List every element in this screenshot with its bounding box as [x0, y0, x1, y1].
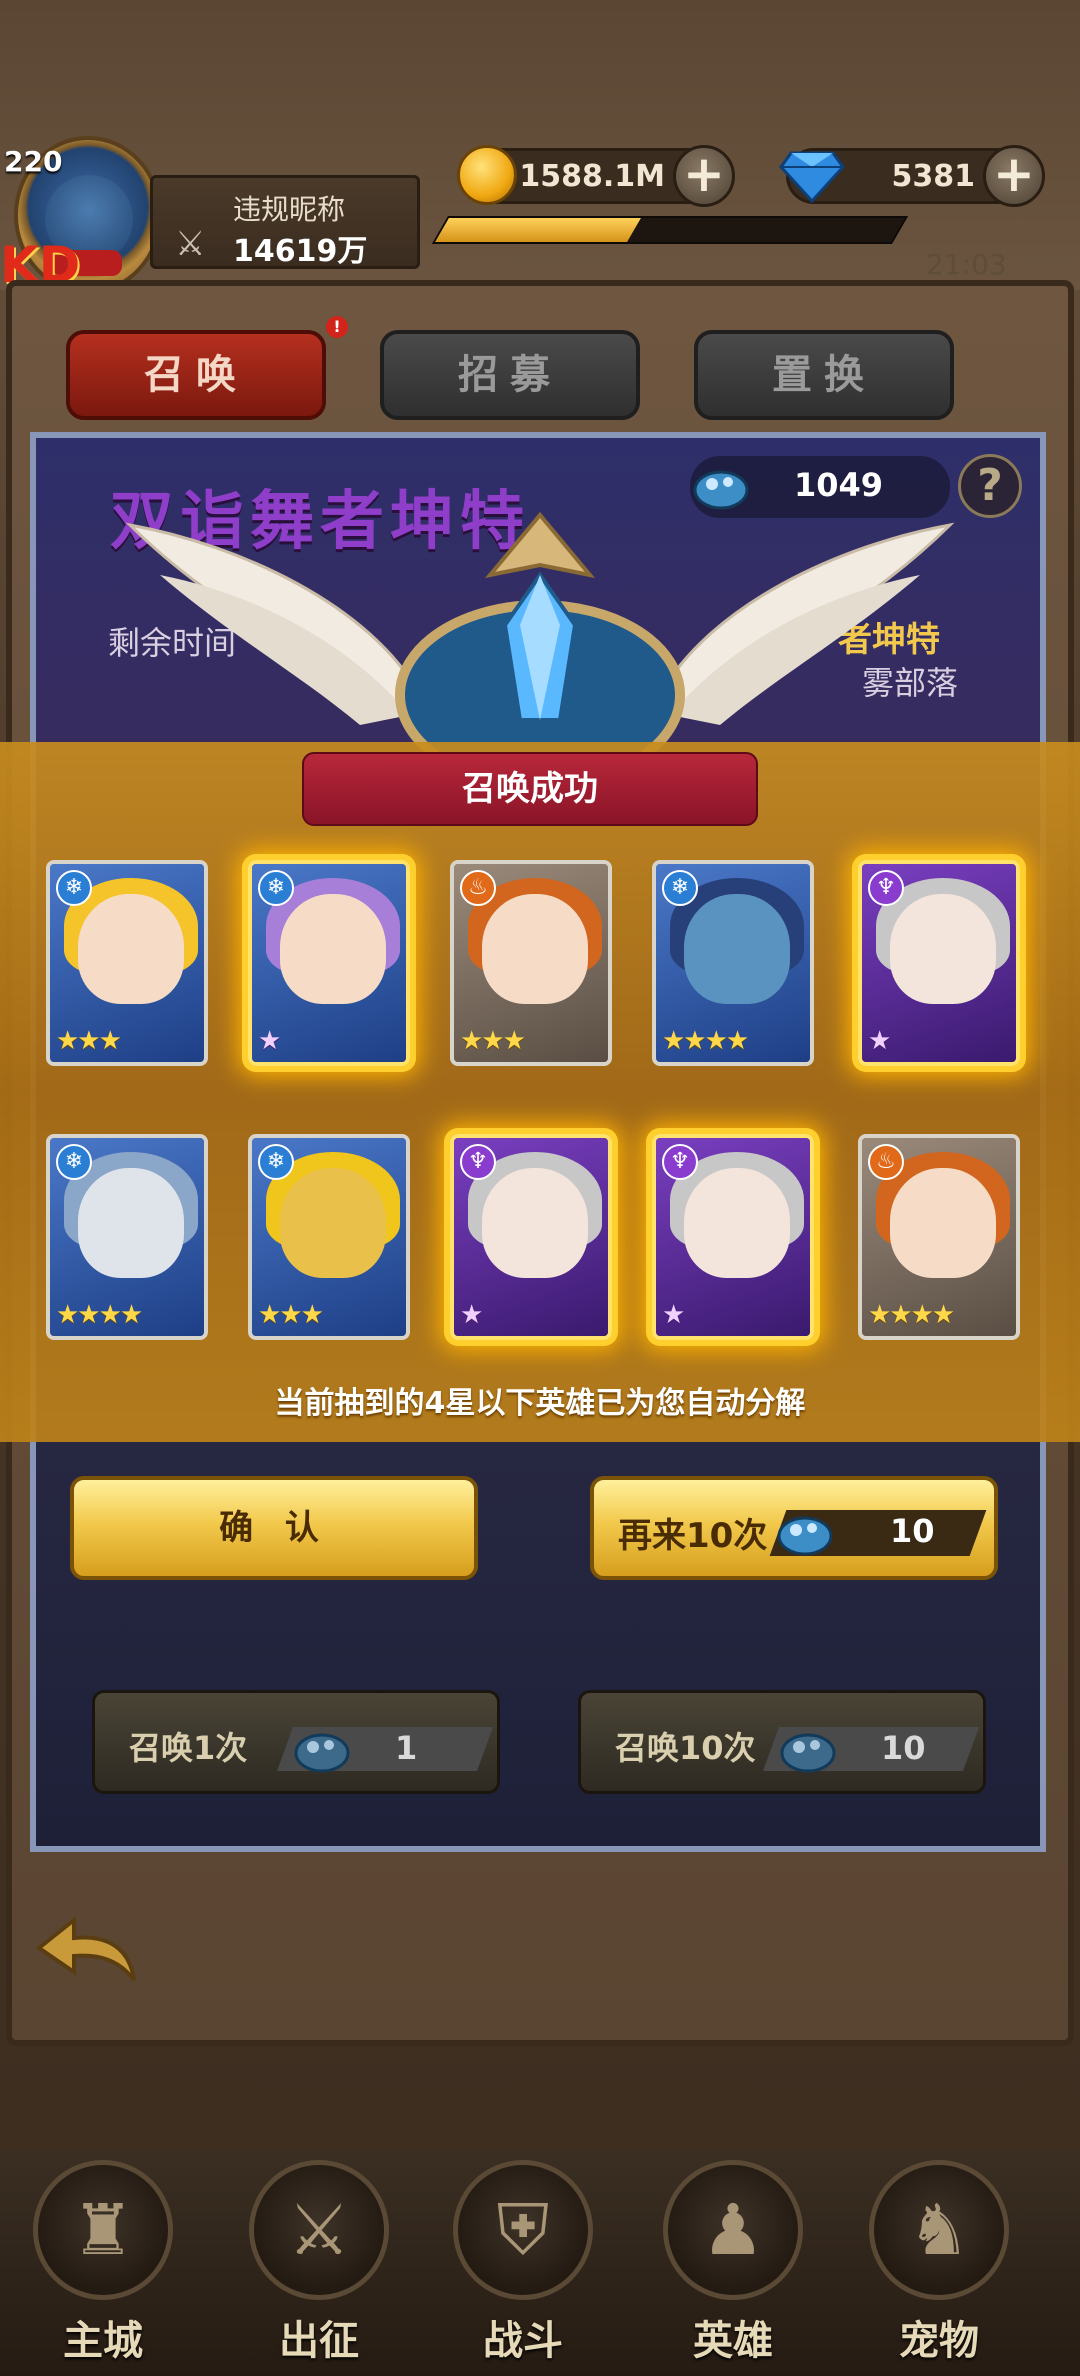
hero-card[interactable]: ❄ ★★★ — [248, 1134, 410, 1340]
water-element-icon: ❄ — [258, 1144, 294, 1180]
help-button[interactable]: ? — [958, 454, 1022, 518]
clock: 21:03 — [926, 248, 1007, 281]
hero-card[interactable]: ❄ ★ — [248, 860, 410, 1066]
hero-portrait — [482, 1168, 588, 1278]
hero-card[interactable]: ♨ ★★★★ — [858, 1134, 1020, 1340]
summon-10-cost: 10 — [881, 1729, 926, 1767]
summon-success-title: 召唤成功 — [302, 752, 758, 826]
summon-ticket-icon — [294, 1733, 350, 1773]
water-element-icon: ❄ — [662, 870, 698, 906]
name-panel: 违规昵称 ⚔ 14619万 — [150, 175, 420, 269]
hero-portrait — [890, 894, 996, 1004]
combat-power: 14619万 — [233, 234, 368, 269]
hero-portrait — [78, 894, 184, 1004]
summon-1-button[interactable]: 召唤1次 1 — [92, 1690, 500, 1794]
pet-dragon-icon: ♞ — [907, 2189, 971, 2271]
exp-progress-bar — [431, 216, 909, 244]
hero-portrait — [890, 1168, 996, 1278]
gem-resource: 5381 + — [779, 145, 1045, 207]
nav-item-2[interactable]: ⛨ 战斗 — [438, 2160, 608, 2370]
auto-decompose-note: 当前抽到的4星以下英雄已为您自动分解 — [274, 1386, 806, 1421]
water-element-icon: ❄ — [56, 870, 92, 906]
nav-item-3[interactable]: ♟ 英雄 — [648, 2160, 818, 2370]
tab-summon[interactable]: 召唤 — [66, 330, 326, 420]
summon-again-10-button[interactable]: 再来10次 10 — [590, 1476, 998, 1580]
notification-badge: ! — [326, 316, 348, 338]
fire-element-icon: ♨ — [868, 1144, 904, 1180]
nav-item-1[interactable]: ⚔ 出征 — [234, 2160, 404, 2370]
dark-element-icon: ♆ — [868, 870, 904, 906]
nav-item-0[interactable]: ♜ 主城 — [18, 2160, 188, 2370]
summon-1-cost: 1 — [395, 1729, 418, 1767]
dark-element-icon: ♆ — [460, 1144, 496, 1180]
battle-shield-icon: ⛨ — [496, 2189, 550, 2271]
hero-portrait — [280, 1168, 386, 1278]
star-rating: ★★★ — [56, 1026, 122, 1056]
star-rating: ★ — [258, 1026, 281, 1056]
summon-ticket-icon — [777, 1516, 833, 1556]
star-rating: ★ — [868, 1026, 891, 1056]
castle-icon: ♜ — [71, 2189, 135, 2271]
dark-element-icon: ♆ — [662, 1144, 698, 1180]
summon-10-button[interactable]: 召唤10次 10 — [578, 1690, 986, 1794]
summon-screen: 220 KD 违规昵称 ⚔ 14619万 1588.1M + 5381 + 21… — [0, 0, 1080, 2376]
hooded-hero-icon: ♟ — [701, 2189, 765, 2271]
gold-resource: 1588.1M + — [457, 145, 735, 207]
gold-value: 1588.1M — [519, 159, 665, 194]
star-rating: ★ — [460, 1300, 483, 1330]
water-element-icon: ❄ — [56, 1144, 92, 1180]
hero-card[interactable]: ❄ ★★★★ — [46, 1134, 208, 1340]
star-rating: ★★★★ — [56, 1300, 143, 1330]
hero-card[interactable]: ♨ ★★★ — [450, 860, 612, 1066]
back-arrow-icon[interactable] — [34, 1910, 144, 1990]
tab-exchange[interactable]: 置换 — [694, 330, 954, 420]
star-rating: ★★★★ — [662, 1026, 749, 1056]
hero-portrait — [482, 894, 588, 1004]
exp-progress-fill — [435, 218, 641, 242]
summon-tabs: 召唤 招募 置换 — [0, 330, 1080, 420]
hero-card[interactable]: ❄ ★★★ — [46, 860, 208, 1066]
player-nickname: 违规昵称 — [233, 193, 346, 226]
hero-card[interactable]: ❄ ★★★★ — [652, 860, 814, 1066]
fire-element-icon: ♨ — [460, 870, 496, 906]
nav-label: 宠物 — [899, 2318, 979, 2364]
star-rating: ★★★ — [258, 1300, 324, 1330]
hero-portrait — [78, 1168, 184, 1278]
tab-recruit[interactable]: 招募 — [380, 330, 640, 420]
water-element-icon: ❄ — [258, 870, 294, 906]
star-rating: ★★★★ — [868, 1300, 955, 1330]
star-rating: ★★★ — [460, 1026, 526, 1056]
diamond-icon — [779, 151, 845, 203]
nav-item-4[interactable]: ♞ 宠物 — [854, 2160, 1024, 2370]
summon-ticket-icon — [780, 1733, 836, 1773]
add-gold-button[interactable]: + — [673, 145, 735, 207]
hero-portrait — [684, 894, 790, 1004]
summon-again-label: 再来10次 — [618, 1516, 768, 1556]
add-gem-button[interactable]: + — [983, 145, 1045, 207]
confirm-button[interactable]: 确 认 — [70, 1476, 478, 1580]
summon-10-label: 召唤10次 — [615, 1729, 756, 1767]
nav-label: 战斗 — [483, 2318, 563, 2364]
hero-card[interactable]: ♆ ★ — [652, 1134, 814, 1340]
crossed-axes-icon: ⚔ — [287, 2189, 351, 2271]
crossed-swords-icon: ⚔ — [175, 224, 206, 264]
gold-coin-icon — [457, 145, 517, 205]
star-rating: ★ — [662, 1300, 685, 1330]
player-level: 220 — [4, 145, 63, 178]
hero-card[interactable]: ♆ ★ — [450, 1134, 612, 1340]
hero-card[interactable]: ♆ ★ — [858, 860, 1020, 1066]
hero-portrait — [280, 894, 386, 1004]
gem-value: 5381 — [891, 159, 976, 194]
summon-crystal-emblem — [125, 511, 955, 765]
nav-label: 英雄 — [693, 2318, 773, 2364]
hero-portrait — [684, 1168, 790, 1278]
nav-label: 主城 — [63, 2318, 143, 2364]
nav-label: 出征 — [279, 2318, 359, 2364]
summon-1-label: 召唤1次 — [129, 1729, 248, 1767]
summon-again-cost: 10 — [890, 1512, 935, 1550]
